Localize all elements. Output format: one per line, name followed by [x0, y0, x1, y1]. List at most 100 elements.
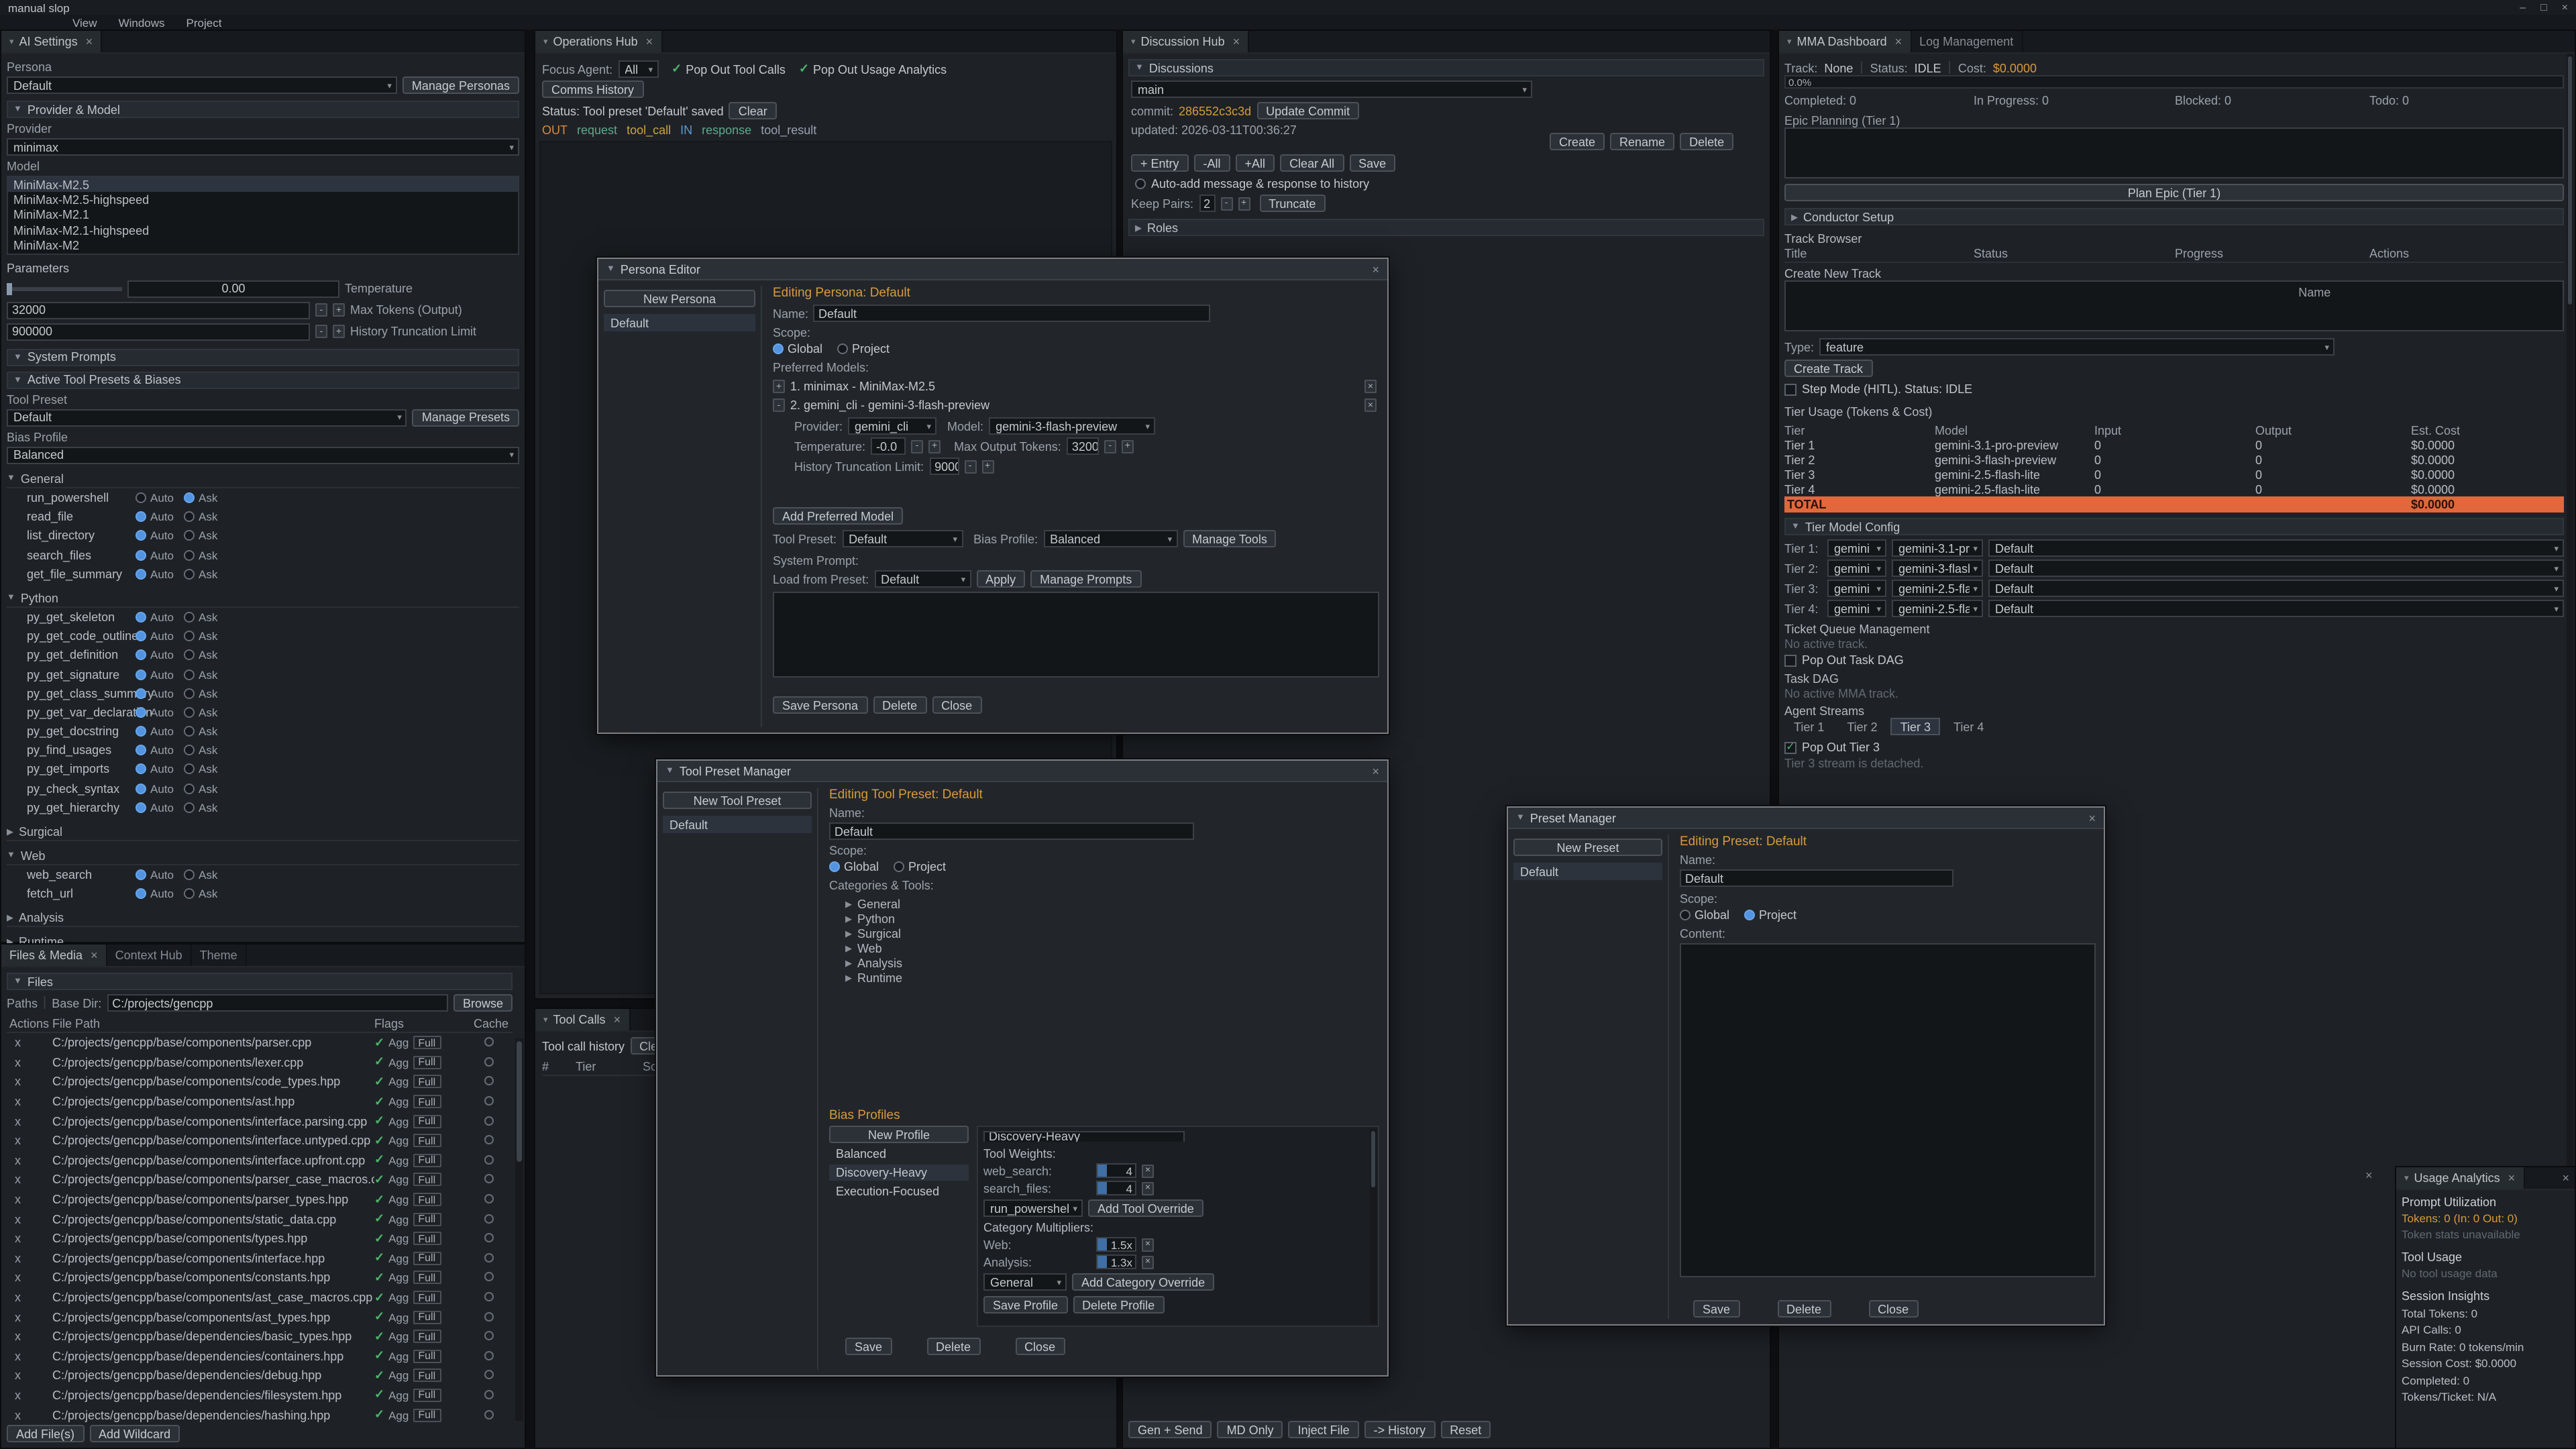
file-row[interactable]: x C:/projects/gencpp/base/dependencies/f…	[7, 1385, 513, 1405]
plan-epic-button[interactable]: Plan Epic (Tier 1)	[1784, 184, 2564, 201]
remove-file-button[interactable]: x	[7, 1154, 52, 1167]
comms-history-button[interactable]: Comms History	[542, 80, 643, 98]
cache-indicator[interactable]	[484, 1155, 494, 1165]
close-icon[interactable]: ×	[1895, 35, 1902, 48]
entry-action-button[interactable]: + Entry	[1131, 154, 1189, 172]
composer-action-button[interactable]: -> History	[1364, 1421, 1436, 1438]
increment-button[interactable]: +	[1122, 439, 1134, 453]
ask-radio[interactable]	[184, 764, 195, 775]
tier-provider-select[interactable]: gemini▾	[1827, 559, 1886, 577]
max-output-input[interactable]: 32000	[1067, 437, 1099, 455]
full-flag-chip[interactable]: Full	[413, 1036, 441, 1050]
track-name-input[interactable]: Name	[1784, 280, 2564, 331]
system-prompt-textarea[interactable]	[773, 592, 1379, 678]
group-analysis-header[interactable]: ▶Analysis	[7, 910, 519, 928]
cache-indicator[interactable]	[484, 1311, 494, 1321]
composer-action-button[interactable]: Inject File	[1289, 1421, 1359, 1438]
tab-usage-analytics[interactable]: ▾ Usage Analytics ×	[2396, 1167, 2524, 1189]
cache-indicator[interactable]	[484, 1233, 494, 1242]
menu-item[interactable]: Windows	[119, 15, 165, 29]
agg-check-icon[interactable]: ✓	[374, 1036, 384, 1051]
panel-close-icon[interactable]: ×	[2562, 1171, 2569, 1185]
full-flag-chip[interactable]: Full	[413, 1291, 441, 1304]
discussion-action-button[interactable]: Delete	[1680, 133, 1733, 150]
model-select[interactable]: gemini-3-flash-preview▾	[989, 417, 1155, 435]
full-flag-chip[interactable]: Full	[413, 1310, 441, 1324]
full-flag-chip[interactable]: Full	[413, 1154, 441, 1167]
close-icon[interactable]: ×	[2088, 811, 2096, 824]
panel-menu-icon[interactable]: ▾	[543, 1014, 548, 1025]
full-flag-chip[interactable]: Full	[413, 1232, 441, 1245]
focus-agent-select[interactable]: All▾	[618, 60, 658, 78]
agg-check-icon[interactable]: ✓	[374, 1290, 384, 1305]
close-dialog-button[interactable]: Close	[1015, 1338, 1065, 1355]
cache-indicator[interactable]	[484, 1038, 494, 1047]
persona-select[interactable]: Default▾	[7, 76, 397, 94]
add-files-button[interactable]: Add File(s)	[7, 1425, 84, 1442]
max-tokens-input[interactable]: 32000	[7, 302, 310, 319]
agg-check-icon[interactable]: ✓	[374, 1407, 384, 1422]
bias-profile-select[interactable]: Balanced▾	[7, 447, 519, 464]
scope-global-radio[interactable]	[773, 343, 784, 354]
popout-dag-checkbox[interactable]	[1784, 654, 1796, 666]
manage-presets-button[interactable]: Manage Presets	[413, 409, 519, 427]
popout-tier3-checkbox[interactable]: ✓	[1784, 741, 1796, 753]
tab-theme[interactable]: Theme	[192, 945, 247, 966]
bias-profile-list-item[interactable]: Discovery-Heavy	[829, 1165, 969, 1181]
agg-check-icon[interactable]: ✓	[374, 1134, 384, 1148]
category-override-select[interactable]: General▾	[983, 1273, 1067, 1291]
remove-file-button[interactable]: x	[7, 1310, 52, 1324]
group-surgical-header[interactable]: ▶Surgical	[7, 824, 519, 841]
expand-toggle-button[interactable]: +	[773, 380, 785, 393]
cache-indicator[interactable]	[484, 1351, 494, 1360]
category-tree-item[interactable]: ▶General	[829, 896, 1379, 911]
full-flag-chip[interactable]: Full	[413, 1271, 441, 1285]
auto-radio[interactable]	[136, 688, 146, 698]
full-flag-chip[interactable]: Full	[413, 1134, 441, 1148]
auto-radio[interactable]	[136, 511, 146, 522]
model-list-item[interactable]: MiniMax-M2.5-highspeed	[8, 193, 518, 208]
tier-model-select[interactable]: gemini-3-flash-preview▾	[1892, 559, 1983, 577]
entry-action-button[interactable]: Save	[1349, 154, 1395, 172]
system-prompts-section[interactable]: ▼System Prompts	[7, 349, 519, 366]
close-dialog-button[interactable]: Close	[932, 696, 981, 714]
agg-check-icon[interactable]: ✓	[374, 1309, 384, 1324]
tier-provider-select[interactable]: gemini▾	[1827, 600, 1886, 617]
menu-item[interactable]: Project	[186, 15, 222, 29]
bias-profile-select[interactable]: Balanced▾	[1043, 530, 1177, 547]
temperature-input[interactable]: -0.0	[871, 437, 906, 455]
persona-editor-titlebar[interactable]: ▼Persona Editor ×	[598, 259, 1387, 280]
full-flag-chip[interactable]: Full	[413, 1389, 441, 1402]
hidden-panel-close-icon[interactable]: ×	[2365, 1169, 2373, 1182]
cache-indicator[interactable]	[484, 1194, 494, 1203]
entry-action-button[interactable]: +All	[1236, 154, 1275, 172]
full-flag-chip[interactable]: Full	[413, 1095, 441, 1108]
truncate-button[interactable]: Truncate	[1259, 195, 1325, 212]
remove-file-button[interactable]: x	[7, 1173, 52, 1187]
ask-radio[interactable]	[184, 531, 195, 541]
ask-radio[interactable]	[184, 783, 195, 794]
persona-name-input[interactable]: Default	[813, 305, 1210, 322]
composer-action-button[interactable]: Gen + Send	[1128, 1421, 1212, 1438]
tool-preset-list-item[interactable]: Default	[663, 816, 812, 833]
group-web-header[interactable]: ▼Web	[7, 848, 519, 865]
remove-file-button[interactable]: x	[7, 1389, 52, 1402]
full-flag-chip[interactable]: Full	[413, 1193, 441, 1206]
file-row[interactable]: x C:/projects/gencpp/base/components/int…	[7, 1112, 513, 1131]
keep-pairs-input[interactable]: 2	[1199, 195, 1215, 212]
full-flag-chip[interactable]: Full	[413, 1212, 441, 1226]
log-filter-toggle[interactable]: request	[577, 123, 617, 137]
close-icon[interactable]: ×	[614, 1013, 621, 1026]
remove-file-button[interactable]: x	[7, 1291, 52, 1304]
tier-model-config-section[interactable]: ▼Tier Model Config	[1784, 518, 2564, 535]
discussion-action-button[interactable]: Rename	[1610, 133, 1674, 150]
preferred-model-row[interactable]: + 1. minimax - MiniMax-M2.5 ×	[773, 377, 1379, 396]
close-icon[interactable]: ×	[2508, 1171, 2516, 1185]
remove-file-button[interactable]: x	[7, 1134, 52, 1148]
close-dialog-button[interactable]: Close	[1868, 1300, 1918, 1318]
tab-operations-hub[interactable]: ▾ Operations Hub ×	[535, 31, 662, 52]
remove-file-button[interactable]: x	[7, 1252, 52, 1265]
discussion-select[interactable]: main▾	[1131, 80, 1532, 98]
file-row[interactable]: x C:/projects/gencpp/base/components/con…	[7, 1268, 513, 1287]
file-row[interactable]: x C:/projects/gencpp/base/components/ast…	[7, 1287, 513, 1307]
